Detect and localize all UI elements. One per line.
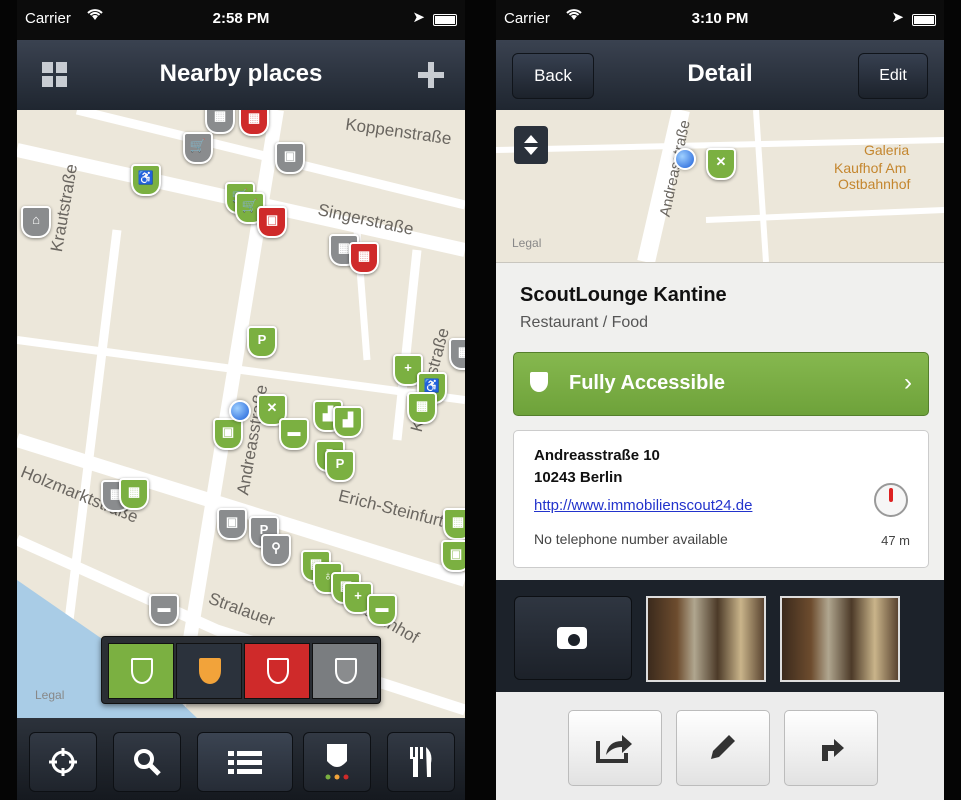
phone-info: No telephone number available [534,531,728,547]
accessibility-filter-button[interactable] [303,732,371,792]
bicycle-pin-icon[interactable]: ⚲ [261,534,291,566]
filter-not-accessible-button[interactable] [244,643,310,699]
distance-label: 47 m [881,533,910,548]
home-pin-icon[interactable]: ⌂ [21,206,51,238]
restaurant-icon [410,747,432,777]
share-button[interactable] [568,710,662,786]
map-legal-link[interactable]: Legal [512,236,541,250]
accessibility-status-button[interactable]: Fully Accessible › [513,352,929,416]
accessibility-filter-popup [101,636,381,704]
expand-collapse-icon [524,135,538,155]
map-pin-icon[interactable]: ▦ [443,508,465,540]
parking-pin-icon[interactable]: P [325,450,355,482]
website-link[interactable]: http://www.immobilienscout24.de [534,497,752,514]
shield-icon [199,658,221,684]
map-pin-icon[interactable]: ▦ [407,392,437,424]
compass-icon [874,483,908,517]
map-pin-icon[interactable]: ▦ [205,110,235,134]
map-view[interactable]: Koppenstraße Singerstraße Krautstraße Ko… [17,110,465,718]
detail-screen: Carrier 3:10 PM ➤ Back Detail Edit Andre… [496,0,944,800]
location-arrow-icon: ➤ [412,9,425,26]
toilet-pin-icon[interactable]: ▟ [333,406,363,438]
share-icon [596,735,632,763]
photo-thumbnail[interactable] [780,596,900,682]
locate-icon [49,748,77,776]
place-name: ScoutLounge Kantine [520,284,727,306]
shopping-cart-pin-icon[interactable]: ▦ [349,242,379,274]
parking-pin-icon[interactable]: P [247,326,277,358]
directions-button[interactable] [784,710,878,786]
plus-icon[interactable] [413,60,449,92]
address-card: Andreasstraße 10 10243 Berlin http://www… [513,430,929,568]
shield-icon [530,372,548,392]
map-legal-link[interactable]: Legal [35,688,64,702]
search-button[interactable] [113,732,181,792]
restaurant-pin-icon[interactable]: ✕ [706,148,736,180]
photo-thumbnail[interactable] [646,596,766,682]
nearby-places-screen: Carrier 2:58 PM ➤ Nearby places Koppenst… [17,0,465,800]
battery-icon [433,14,457,26]
poi-label: Ostbahnhof [838,176,911,192]
add-photo-button[interactable] [514,596,632,680]
poi-label: Kaufhof Am [834,160,907,176]
directions-icon [822,739,844,761]
map-pin-icon[interactable]: ▦ [449,338,465,370]
edit-pencil-icon [711,735,735,759]
bus-pin-icon[interactable]: ▣ [257,206,287,238]
shield-icon [335,658,357,684]
user-location-icon [674,148,696,170]
address-street: Andreasstraße 10 [534,447,660,464]
action-bar [496,692,944,800]
shield-icon [131,658,153,684]
bus-pin-icon[interactable]: ▣ [217,508,247,540]
nav-bar: Nearby places [17,40,465,111]
map-pin-icon[interactable]: ▦ [119,478,149,510]
chevron-right-icon: › [904,369,912,396]
status-time: 2:58 PM [212,10,270,27]
list-icon [228,751,262,774]
location-arrow-icon: ➤ [891,9,904,26]
expand-map-button[interactable] [514,126,548,164]
place-category: Restaurant / Food [520,314,649,331]
address-city: 10243 Berlin [534,469,623,486]
detail-map-view[interactable]: Andreasstraße ✕ Galeria Kaufhof Am Ostba… [496,110,944,263]
status-time: 3:10 PM [691,10,749,27]
list-button[interactable] [197,732,293,792]
bus-pin-icon[interactable]: ▣ [275,142,305,174]
map-pin-icon[interactable]: ▦ [239,110,269,136]
accessibility-label: Fully Accessible [569,372,725,394]
edit-place-button[interactable] [676,710,770,786]
map-pin-icon[interactable]: ▬ [367,594,397,626]
filter-limited-button[interactable] [176,643,242,699]
shield-icon [267,658,289,684]
locate-button[interactable] [29,732,97,792]
poi-label: Galeria [864,142,910,158]
photo-strip [496,580,944,692]
map-pin-icon[interactable]: ▬ [149,594,179,626]
page-title: Nearby places [159,60,323,87]
shopping-cart-pin-icon[interactable]: 🛒 [183,132,213,164]
status-bar: Carrier 2:58 PM ➤ [17,0,465,40]
map-pin-icon[interactable]: ▣ [213,418,243,450]
tab-bar [17,718,465,800]
search-icon [134,749,161,776]
battery-icon [912,14,936,26]
map-pin-icon[interactable]: ▬ [279,418,309,450]
edit-button[interactable]: Edit [858,53,928,99]
status-bar: Carrier 3:10 PM ➤ [496,0,944,40]
filter-unknown-button[interactable] [312,643,378,699]
accessibility-filter-icon [325,744,349,780]
restaurant-category-button[interactable] [387,732,455,792]
camera-lens [566,632,582,648]
filter-accessible-button[interactable] [108,643,174,699]
map-pin-icon[interactable]: ▣ [441,540,465,572]
accessible-pin-icon[interactable]: ♿ [131,164,161,196]
nav-bar: Back Detail Edit [496,40,944,111]
user-location-icon [229,400,251,422]
